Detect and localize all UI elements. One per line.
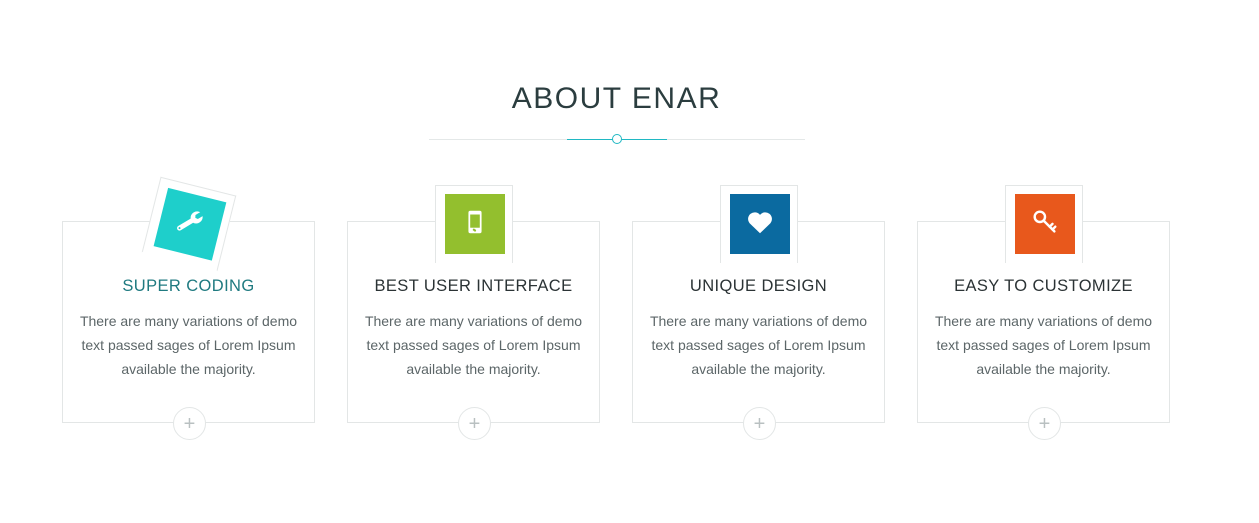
icon-badge (1015, 194, 1075, 254)
expand-plus-button[interactable]: + (743, 407, 776, 440)
section-title: ABOUT ENAR (511, 82, 722, 115)
expand-plus-button[interactable]: + (458, 407, 491, 440)
mobile-icon (460, 207, 490, 242)
feature-description: There are many variations of demo text p… (934, 313, 1153, 377)
feature-description: There are many variations of demo text p… (364, 313, 583, 377)
feature-title: BEST USER INTERFACE (374, 277, 573, 295)
icon-frame (141, 176, 237, 272)
feature-description: There are many variations of demo text p… (649, 313, 868, 377)
icon-frame (720, 185, 798, 263)
about-section: ABOUT ENAR SUPER CODING There are many v… (0, 0, 1259, 523)
wrench-icon (171, 204, 209, 245)
expand-plus-button[interactable]: + (1028, 407, 1061, 440)
expand-plus-button[interactable]: + (173, 407, 206, 440)
feature-card-easy-to-customize[interactable]: EASY TO CUSTOMIZE There are many variati… (917, 185, 1170, 440)
feature-title: UNIQUE DESIGN (689, 277, 828, 295)
icon-badge (153, 187, 227, 261)
key-icon (1030, 207, 1060, 242)
feature-card-super-coding[interactable]: SUPER CODING There are many variations o… (62, 176, 315, 440)
icon-badge (730, 194, 790, 254)
icon-frame (1005, 185, 1083, 263)
feature-card-best-user-interface[interactable]: BEST USER INTERFACE There are many varia… (347, 185, 600, 440)
feature-description: There are many variations of demo text p… (79, 313, 298, 377)
icon-badge (445, 194, 505, 254)
feature-card-unique-design[interactable]: UNIQUE DESIGN There are many variations … (632, 185, 885, 440)
title-divider (429, 134, 805, 144)
feature-title: EASY TO CUSTOMIZE (954, 277, 1133, 295)
icon-frame (435, 185, 513, 263)
feature-title: SUPER CODING (122, 277, 255, 295)
heart-icon (745, 207, 775, 242)
divider-dot (612, 134, 622, 144)
